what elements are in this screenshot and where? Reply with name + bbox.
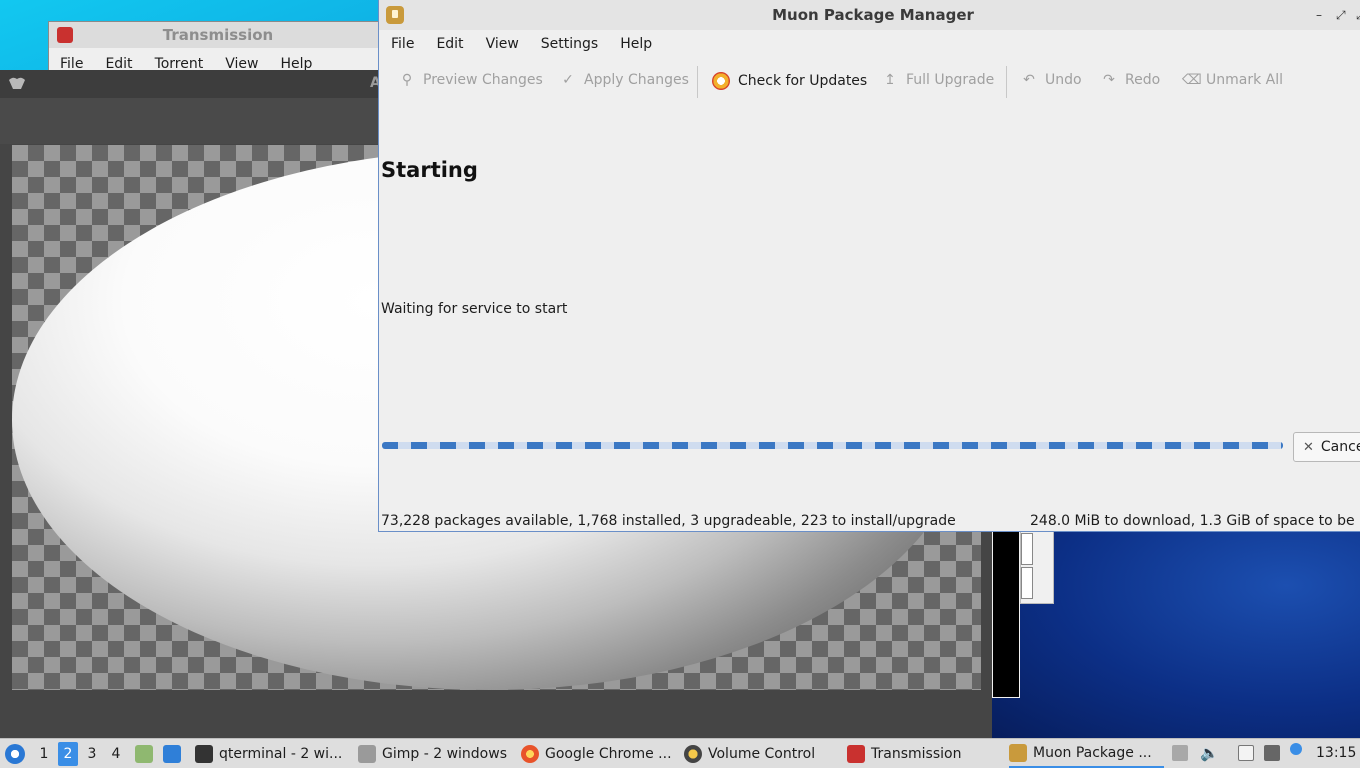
cancel-label: Cance (1320, 439, 1360, 455)
terminal-window-edge[interactable] (992, 530, 1020, 698)
upgrade-arrow-icon: ↥ (884, 72, 896, 88)
transmission-icon (57, 27, 73, 43)
apply-changes-button[interactable]: ✓ Apply Changes (560, 72, 689, 88)
task-label: Gimp - 2 windows (382, 745, 507, 762)
search-icon: ⚲ (401, 72, 413, 88)
menu-edit[interactable]: Edit (436, 36, 463, 52)
workspace-3[interactable]: 3 (82, 742, 102, 766)
task-label: Volume Control (708, 745, 816, 762)
task-label: qterminal - 2 wi... (219, 745, 343, 762)
transmission-menubar: File Edit Torrent View Help (49, 48, 387, 72)
unmark-all-label: Unmark All (1206, 72, 1284, 88)
muon-toolbar: ⚲ Preview Changes ✓ Apply Changes Check … (379, 64, 1360, 100)
gimp-icon (9, 77, 25, 89)
task-label: Google Chrome ... (545, 745, 672, 762)
menu-settings[interactable]: Settings (541, 36, 598, 52)
task-muon[interactable]: Muon Package ... (1009, 739, 1164, 768)
workspace-4[interactable]: 4 (106, 742, 126, 766)
toolbar-separator (697, 66, 698, 98)
preview-changes-button[interactable]: ⚲ Preview Changes (399, 72, 543, 88)
network-icon[interactable] (1264, 745, 1280, 761)
gimp-icon (358, 744, 376, 763)
undo-button[interactable]: ↶ Undo (1021, 72, 1082, 88)
clipboard-icon[interactable] (1238, 745, 1254, 761)
toolbar-separator (1006, 66, 1007, 98)
volume-control-icon (684, 744, 702, 763)
muon-icon (1009, 743, 1027, 762)
muon-icon (386, 6, 404, 24)
terminal-icon (195, 744, 213, 763)
preview-changes-label: Preview Changes (423, 72, 543, 88)
redo-button[interactable]: ↷ Redo (1101, 72, 1160, 88)
maximize-icon[interactable]: ⤢ (1336, 0, 1346, 30)
desktop-icon (163, 744, 181, 763)
package-stats: 73,228 packages available, 1,768 install… (381, 513, 956, 529)
muon-window[interactable]: Muon Package Manager – ⤢ ⤢ File Edit Vie… (378, 0, 1360, 532)
redo-icon: ↷ (1103, 72, 1115, 88)
muon-title: Muon Package Manager (772, 6, 974, 24)
checkmark-icon: ✓ (562, 72, 574, 88)
task-label: Muon Package ... (1033, 744, 1152, 761)
transmission-icon (847, 744, 865, 763)
task-gimp[interactable]: Gimp - 2 windows (358, 739, 508, 768)
tray-scroll-icon[interactable] (1172, 745, 1188, 761)
muon-titlebar[interactable]: Muon Package Manager – ⤢ ⤢ (379, 0, 1360, 30)
full-upgrade-button[interactable]: ↥ Full Upgrade (882, 72, 994, 88)
workspace-1[interactable]: 1 (34, 742, 54, 766)
muon-menubar: File Edit View Settings Help (379, 30, 1360, 58)
check-for-updates-label: Check for Updates (738, 73, 868, 89)
busy-progress-bar (382, 442, 1283, 449)
task-transmission[interactable]: Transmission (847, 739, 997, 768)
show-desktop-launcher[interactable] (163, 739, 187, 768)
status-message: Waiting for service to start (381, 301, 568, 317)
menu-help[interactable]: Help (620, 36, 652, 52)
minimize-icon[interactable]: – (1316, 0, 1322, 30)
file-manager-icon (135, 744, 153, 763)
task-chrome[interactable]: Google Chrome ... (521, 739, 676, 768)
cancel-button[interactable]: ✕ Cance (1293, 432, 1360, 462)
workspace-2[interactable]: 2 (58, 742, 78, 766)
file-manager-launcher[interactable] (135, 739, 159, 768)
status-heading: Starting (381, 158, 478, 182)
unmark-all-button[interactable]: ⌫ Unmark All (1182, 72, 1283, 88)
clock[interactable]: 13:15 (1316, 745, 1356, 761)
restore-icon[interactable]: ⤢ (1356, 0, 1360, 30)
taskbar: 1 2 3 4 qterminal - 2 wi... Gimp - 2 win… (0, 738, 1360, 768)
undo-label: Undo (1045, 72, 1082, 88)
dialog-window-edge[interactable] (1020, 530, 1054, 604)
volume-icon[interactable]: 🔈 (1200, 745, 1219, 761)
menu-file[interactable]: File (391, 36, 414, 52)
dialog-control-bottom (1021, 567, 1033, 599)
undo-icon: ↶ (1023, 72, 1035, 88)
full-upgrade-label: Full Upgrade (906, 72, 995, 88)
redo-label: Redo (1125, 72, 1161, 88)
transmission-title: Transmission (162, 26, 274, 44)
check-for-updates-button[interactable]: Check for Updates (712, 72, 867, 90)
close-icon: ✕ (1303, 439, 1314, 455)
apply-changes-label: Apply Changes (584, 72, 689, 88)
unmark-icon: ⌫ (1182, 72, 1202, 88)
transmission-titlebar[interactable]: Transmission (49, 22, 387, 48)
download-stats: 248.0 MiB to download, 1.3 GiB of space … (1030, 513, 1360, 529)
dialog-control-top (1021, 533, 1033, 565)
task-label: Transmission (871, 745, 962, 762)
chrome-icon (521, 744, 539, 763)
update-notification-icon[interactable] (1290, 743, 1302, 755)
task-volume-control[interactable]: Volume Control (684, 739, 834, 768)
refresh-icon (712, 72, 730, 90)
start-menu-icon[interactable] (5, 744, 25, 764)
task-qterminal[interactable]: qterminal - 2 wi... (195, 739, 350, 768)
menu-view[interactable]: View (486, 36, 519, 52)
